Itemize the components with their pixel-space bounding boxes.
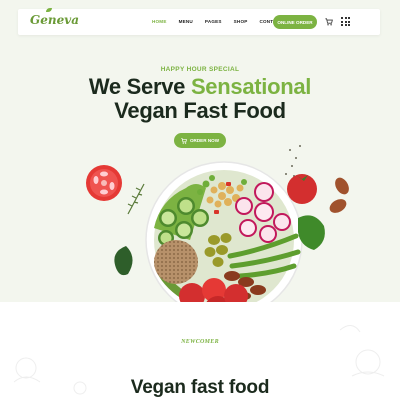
online-order-button[interactable]: ONLINE ORDER [273,15,317,29]
hero-title-line2: Vegan Fast Food [114,98,286,123]
section-title: Vegan fast food [130,377,270,398]
rosemary-sprig [127,183,145,215]
grid-menu-icon[interactable] [341,17,350,26]
cart-icon[interactable] [325,18,333,26]
hero-title: We Serve Sensational Vegan Fast Food [0,75,400,123]
hero-section: Geneva HOME MENU PAGES SHOP CONTACT ONLI… [0,0,400,302]
hero-food-illustration [86,145,349,302]
tomato-slice [86,165,122,201]
hero-title-highlight: Sensational [190,74,312,99]
cart-icon [181,137,187,144]
whole-tomato [287,174,317,204]
hero-title-part1: We Serve [88,74,191,99]
nav-item-pages[interactable]: PAGES [205,19,222,24]
almonds [329,177,349,213]
logo-text: Geneva [30,13,79,27]
nav-item-menu[interactable]: MENU [179,19,193,24]
leaf-icon [46,8,52,12]
order-now-label: ORDER NOW [189,138,220,143]
basil-leaf [114,246,133,276]
order-now-button[interactable]: ORDER NOW [174,133,226,148]
nav-item-shop[interactable]: SHOP [234,19,248,24]
hero-eyebrow: HAPPY HOUR SPECIAL [160,66,240,73]
logo[interactable]: Geneva [30,8,79,27]
top-navbar: Geneva HOME MENU PAGES SHOP CONTACT ONLI… [18,8,380,35]
pepper-sprinkle [285,145,301,177]
section-eyebrow: NEWCOMER [181,339,219,345]
nav-item-home[interactable]: HOME [152,19,167,24]
